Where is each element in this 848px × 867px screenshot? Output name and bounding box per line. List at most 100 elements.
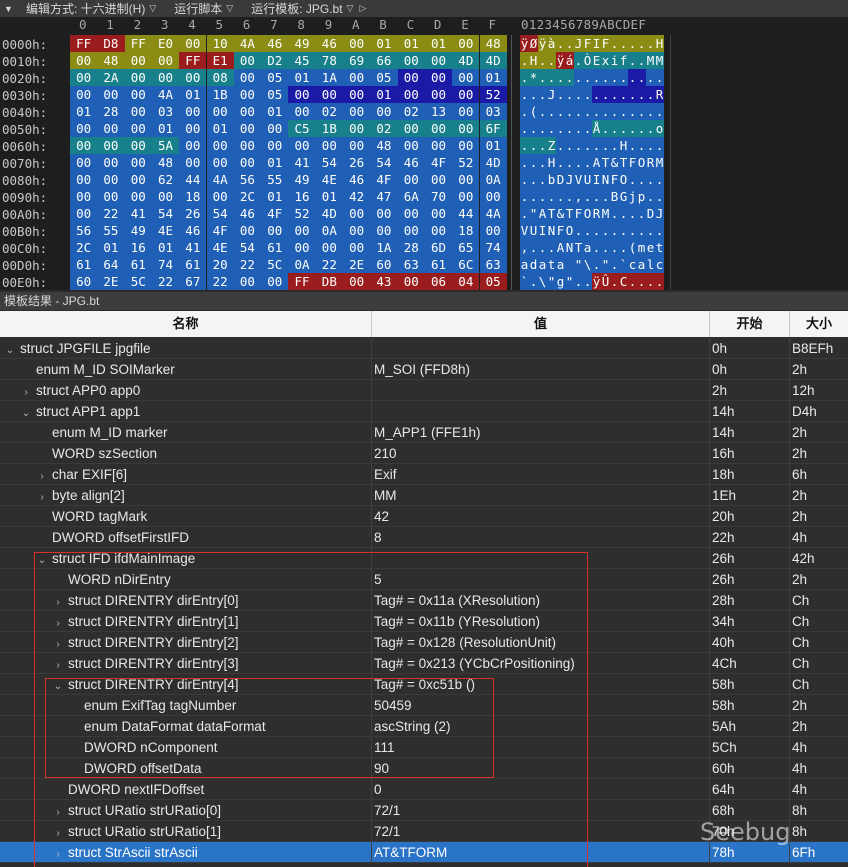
ascii-char[interactable]: . bbox=[601, 69, 610, 86]
ascii-char[interactable]: . bbox=[583, 120, 592, 137]
ascii-char[interactable]: . bbox=[547, 52, 556, 69]
hex-byte[interactable]: 00 bbox=[70, 205, 98, 222]
ascii-char[interactable]: . bbox=[628, 69, 637, 86]
ascii-char[interactable]: . bbox=[520, 52, 529, 69]
ascii-char[interactable]: . bbox=[655, 273, 664, 290]
hex-byte[interactable]: 0A bbox=[315, 222, 343, 239]
ascii-char[interactable]: . bbox=[574, 154, 583, 171]
ascii-char[interactable]: F bbox=[556, 222, 565, 239]
hex-byte[interactable]: 00 bbox=[261, 137, 289, 154]
ascii-char[interactable]: . bbox=[538, 103, 547, 120]
ascii-char[interactable]: . bbox=[637, 273, 646, 290]
ascii-char[interactable]: Ø bbox=[529, 35, 538, 52]
hex-byte[interactable]: 61 bbox=[424, 256, 453, 273]
ascii-char[interactable]: i bbox=[610, 52, 619, 69]
hex-byte[interactable]: 0A bbox=[479, 171, 507, 188]
ascii-char[interactable]: . bbox=[628, 273, 637, 290]
ascii-char[interactable]: . bbox=[529, 154, 538, 171]
ascii-char[interactable]: . bbox=[592, 222, 601, 239]
hex-byte[interactable]: 49 bbox=[124, 222, 152, 239]
hex-byte[interactable]: 06 bbox=[424, 273, 453, 290]
hex-byte[interactable]: 00 bbox=[370, 205, 398, 222]
hex-byte[interactable]: 00 bbox=[343, 69, 371, 86]
hex-byte[interactable]: 6F bbox=[479, 120, 507, 137]
hex-byte[interactable]: 6A bbox=[397, 188, 425, 205]
hex-byte[interactable]: 00 bbox=[124, 154, 152, 171]
ascii-char[interactable]: & bbox=[556, 205, 565, 222]
hex-byte[interactable]: 4A bbox=[151, 86, 180, 103]
hex-byte[interactable]: 4F bbox=[206, 222, 234, 239]
hex-byte[interactable]: 18 bbox=[452, 222, 480, 239]
ascii-char[interactable]: . bbox=[583, 273, 592, 290]
hex-byte[interactable]: 01 bbox=[151, 120, 180, 137]
hex-byte[interactable]: 4D bbox=[479, 52, 507, 69]
ascii-char[interactable]: t bbox=[655, 239, 664, 256]
hex-byte[interactable]: 00 bbox=[124, 52, 152, 69]
hex-byte[interactable]: 22 bbox=[151, 273, 180, 290]
ascii-char[interactable]: . bbox=[520, 137, 529, 154]
ascii-char[interactable]: H bbox=[619, 137, 628, 154]
ascii-char[interactable]: . bbox=[655, 222, 664, 239]
hex-byte[interactable]: 01 bbox=[288, 69, 316, 86]
hex-byte[interactable]: 00 bbox=[233, 273, 262, 290]
hex-byte[interactable]: 00 bbox=[397, 69, 425, 86]
hex-byte[interactable]: 00 bbox=[261, 120, 289, 137]
hex-byte[interactable]: 00 bbox=[124, 120, 152, 137]
ascii-char[interactable]: . bbox=[637, 222, 646, 239]
ascii-char[interactable]: D bbox=[646, 205, 655, 222]
ascii-char[interactable]: . bbox=[556, 154, 565, 171]
table-row[interactable]: › struct APP0 app0 2h 12h bbox=[0, 380, 848, 401]
ascii-char[interactable]: U bbox=[529, 222, 538, 239]
ascii-char[interactable]: O bbox=[583, 205, 592, 222]
ascii-char[interactable]: I bbox=[592, 171, 601, 188]
hex-byte[interactable]: 01 bbox=[151, 239, 180, 256]
hex-byte[interactable]: 00 bbox=[206, 137, 234, 154]
table-row[interactable]: enum M_ID SOIMarker M_SOI (FFD8h) 0h 2h bbox=[0, 359, 848, 380]
hex-byte[interactable]: 54 bbox=[370, 154, 398, 171]
ascii-char[interactable]: . bbox=[565, 35, 574, 52]
ascii-char[interactable]: . bbox=[556, 103, 565, 120]
hex-byte[interactable]: 01 bbox=[261, 188, 289, 205]
collapsed-chevron-icon[interactable]: › bbox=[36, 487, 48, 506]
ascii-char[interactable]: . bbox=[583, 137, 592, 154]
hex-byte[interactable]: 00 bbox=[315, 86, 343, 103]
hex-byte[interactable]: 00 bbox=[151, 69, 180, 86]
hex-byte[interactable]: 49 bbox=[288, 171, 316, 188]
hex-byte[interactable]: 4F bbox=[261, 205, 289, 222]
hex-byte[interactable]: 49 bbox=[288, 35, 316, 52]
expanded-chevron-icon[interactable]: ⌄ bbox=[4, 340, 16, 359]
ascii-char[interactable]: . bbox=[646, 35, 655, 52]
hex-byte[interactable]: 01 bbox=[97, 239, 125, 256]
hex-byte[interactable]: 52 bbox=[452, 154, 480, 171]
ascii-char[interactable]: a bbox=[556, 256, 565, 273]
ascii-char[interactable]: F bbox=[610, 171, 619, 188]
hex-byte[interactable]: 03 bbox=[479, 103, 507, 120]
ascii-char[interactable]: " bbox=[547, 273, 556, 290]
ascii-char[interactable]: f bbox=[619, 52, 628, 69]
hex-byte[interactable]: 00 bbox=[124, 86, 152, 103]
ascii-char[interactable]: . bbox=[592, 86, 601, 103]
hex-byte[interactable]: 46 bbox=[315, 35, 343, 52]
hex-byte[interactable]: 1B bbox=[206, 86, 234, 103]
ascii-char[interactable]: . bbox=[610, 35, 619, 52]
hex-byte[interactable]: FF bbox=[288, 273, 316, 290]
ascii-char[interactable]: b bbox=[547, 171, 556, 188]
hex-byte[interactable]: 00 bbox=[206, 103, 234, 120]
ascii-char[interactable]: " bbox=[565, 273, 574, 290]
hex-byte[interactable]: 20 bbox=[206, 256, 234, 273]
ascii-char[interactable]: , bbox=[574, 188, 583, 205]
hex-byte[interactable]: 00 bbox=[179, 103, 207, 120]
ascii-char[interactable]: O bbox=[619, 171, 628, 188]
hex-byte[interactable]: 16 bbox=[288, 188, 316, 205]
hex-byte[interactable]: FF bbox=[124, 35, 152, 52]
hex-byte[interactable]: 00 bbox=[288, 239, 316, 256]
ascii-char[interactable]: . bbox=[556, 35, 565, 52]
hex-byte[interactable]: 00 bbox=[343, 103, 371, 120]
hex-byte[interactable]: 16 bbox=[124, 239, 152, 256]
ascii-char[interactable]: . bbox=[574, 103, 583, 120]
ascii-char[interactable]: . bbox=[583, 103, 592, 120]
ascii-char[interactable]: . bbox=[610, 222, 619, 239]
hex-byte[interactable]: 00 bbox=[397, 137, 425, 154]
ascii-char[interactable]: . bbox=[637, 171, 646, 188]
ascii-char[interactable]: . bbox=[601, 222, 610, 239]
